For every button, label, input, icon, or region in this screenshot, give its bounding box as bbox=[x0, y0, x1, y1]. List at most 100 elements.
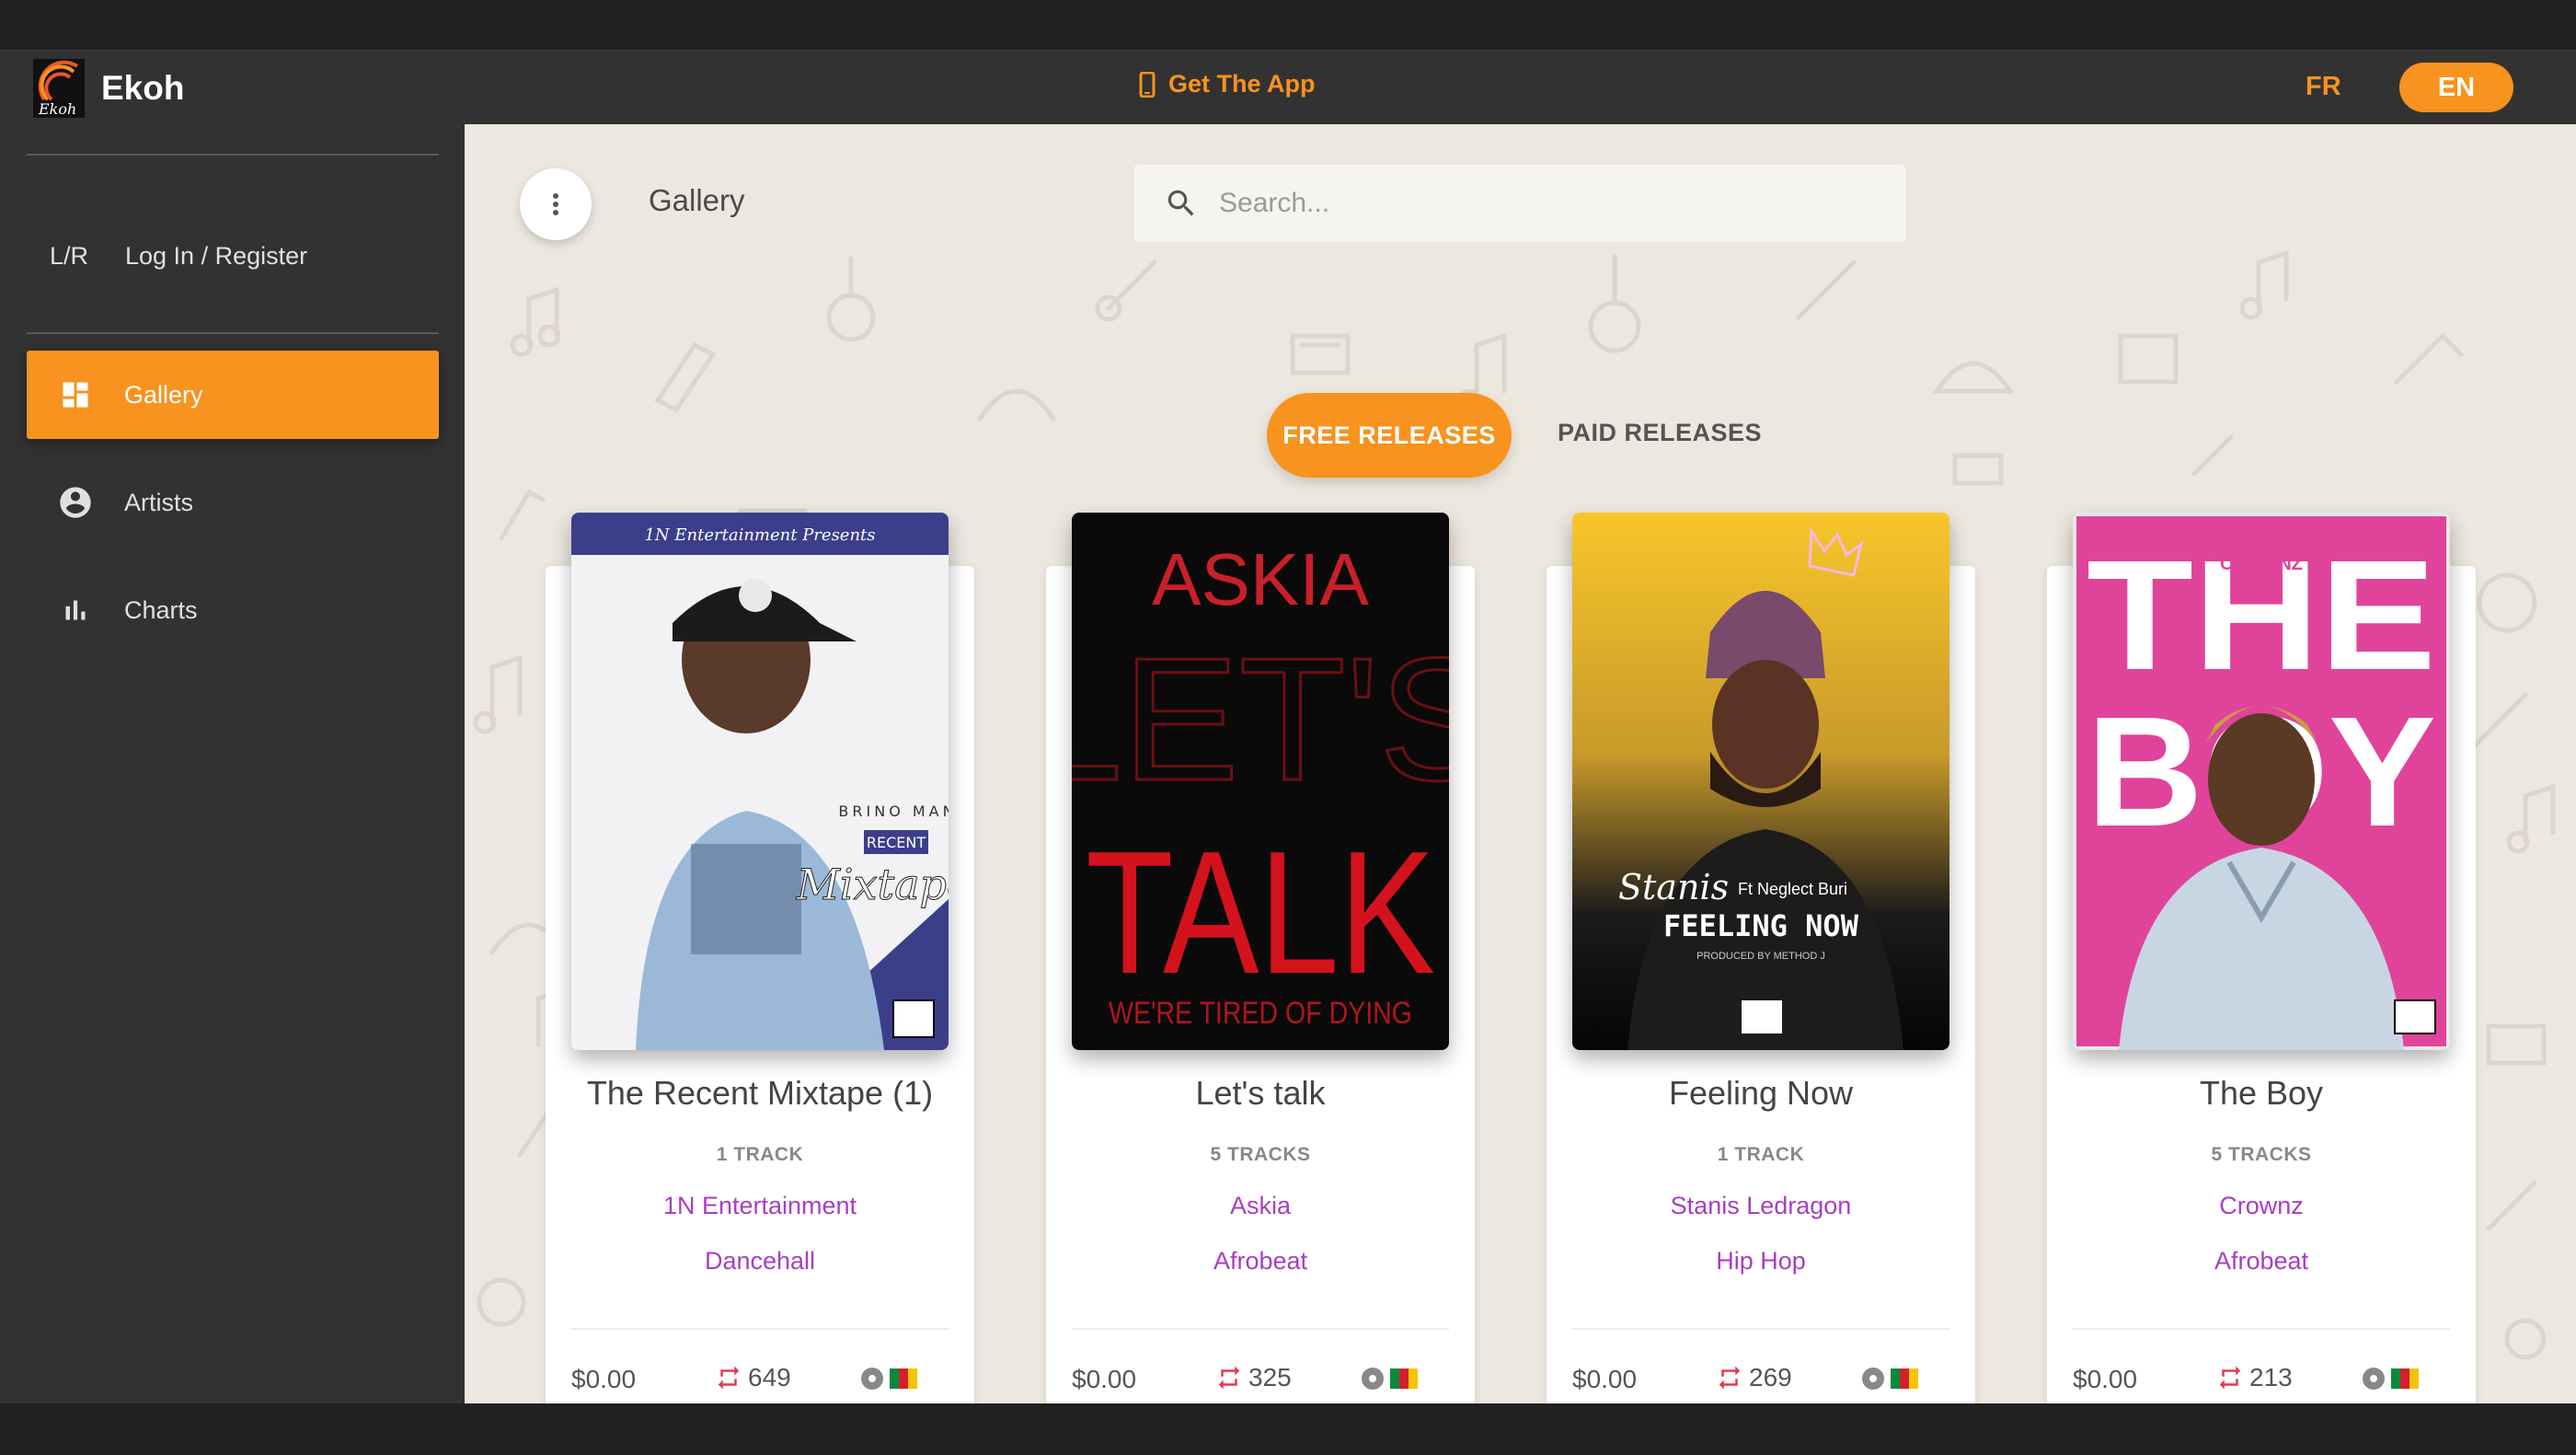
release-flags bbox=[1361, 1367, 1418, 1391]
bar-chart-icon bbox=[27, 594, 124, 627]
search-icon bbox=[1167, 190, 1194, 216]
price: $0.00 bbox=[1572, 1365, 1638, 1393]
window-bottom-bar bbox=[0, 1403, 2576, 1455]
main-content: Gallery FREE RELEASES PAID RELEASES 1N E… bbox=[465, 124, 2576, 1403]
release-title[interactable]: The Boy bbox=[2047, 1074, 2476, 1113]
artist-link[interactable]: 1N Entertainment bbox=[546, 1192, 974, 1220]
genre-link[interactable]: Afrobeat bbox=[1046, 1247, 1475, 1276]
sidebar-item-label: Gallery bbox=[124, 380, 203, 409]
get-app-link[interactable]: Get The App bbox=[1139, 70, 1316, 98]
disc-icon bbox=[2363, 1368, 2385, 1390]
search-input[interactable] bbox=[1219, 188, 1863, 219]
app-bar: Ekoh Ekoh Get The App FR EN bbox=[0, 52, 2576, 124]
divider bbox=[27, 154, 439, 156]
album-cover[interactable]: 1N Entertainment Presents BRINO MAN RECE… bbox=[571, 513, 949, 1050]
cover-line1: Stanis bbox=[1618, 867, 1729, 907]
cover-line3: FEELING NOW bbox=[1663, 908, 1859, 943]
genre-link[interactable]: Dancehall bbox=[546, 1247, 974, 1276]
account-circle-icon bbox=[27, 484, 124, 521]
sidebar-item-charts[interactable]: Charts bbox=[27, 566, 439, 654]
cover-line4: PRODUCED BY METHOD J bbox=[1696, 951, 1825, 962]
release-title[interactable]: Feeling Now bbox=[1547, 1074, 1975, 1113]
repeat-icon bbox=[2219, 1366, 2241, 1390]
repeat-count: 269 bbox=[1716, 1363, 1792, 1392]
genre-link[interactable]: Hip Hop bbox=[1547, 1247, 1975, 1276]
album-cover[interactable]: THE BOY CROWNZ bbox=[2073, 513, 2450, 1050]
artist-link[interactable]: Stanis Ledragon bbox=[1547, 1192, 1975, 1220]
lang-fr-button[interactable]: FR bbox=[2306, 72, 2341, 102]
artist-link[interactable]: Crownz bbox=[2047, 1192, 2476, 1220]
divider bbox=[1572, 1328, 1949, 1330]
cameroon-flag-icon bbox=[1891, 1368, 1918, 1389]
release-flags bbox=[2362, 1367, 2419, 1391]
cover-line4: WE'RE TIRED OF DYING bbox=[1109, 996, 1412, 1031]
disc-icon bbox=[1862, 1368, 1884, 1390]
smartphone-icon bbox=[1139, 71, 1156, 98]
sidebar-item-login[interactable]: L/R Log In / Register bbox=[50, 242, 307, 271]
repeat-icon bbox=[718, 1366, 740, 1390]
more-vert-icon bbox=[553, 193, 558, 215]
cover-line2: RECENT bbox=[867, 834, 926, 851]
search-bar[interactable] bbox=[1134, 165, 1905, 242]
release-title[interactable]: Let's talk bbox=[1046, 1074, 1475, 1113]
repeat-icon bbox=[1218, 1366, 1240, 1390]
lang-en-button[interactable]: EN bbox=[2399, 63, 2513, 112]
track-count: 1 TRACK bbox=[1717, 1144, 1805, 1165]
cover-line1: CROWNZ bbox=[2220, 554, 2303, 574]
repeat-count-value: 213 bbox=[2249, 1363, 2293, 1391]
track-count: 5 TRACKS bbox=[2211, 1144, 2312, 1165]
release-card[interactable]: Stanis Ft Neglect Buri FEELING NOW PRODU… bbox=[1547, 513, 1975, 1403]
repeat-icon bbox=[1719, 1366, 1741, 1390]
release-flags bbox=[1861, 1367, 1918, 1391]
price: $0.00 bbox=[2073, 1365, 2138, 1393]
sidebar-item-label: Artists bbox=[124, 488, 194, 516]
repeat-count-value: 325 bbox=[1248, 1363, 1292, 1391]
track-count: 5 TRACKS bbox=[1210, 1144, 1311, 1165]
disc-icon bbox=[861, 1368, 883, 1390]
sidebar-item-artists[interactable]: Artists bbox=[27, 458, 439, 547]
artist-link[interactable]: Askia bbox=[1046, 1192, 1475, 1220]
divider bbox=[571, 1328, 949, 1330]
divider bbox=[2073, 1328, 2450, 1330]
sidebar: L/R Log In / Register Gallery Artists Ch… bbox=[0, 124, 465, 1403]
ekoh-logo: Ekoh bbox=[33, 59, 85, 118]
divider bbox=[27, 332, 439, 334]
release-title[interactable]: The Recent Mixtape (1) bbox=[546, 1074, 974, 1113]
cover-line1: BRINO MAN bbox=[838, 803, 949, 820]
repeat-count: 213 bbox=[2216, 1363, 2293, 1392]
genre-link[interactable]: Afrobeat bbox=[2047, 1247, 2476, 1276]
release-flags bbox=[860, 1367, 917, 1391]
repeat-count: 325 bbox=[1215, 1363, 1292, 1392]
window-top-bar bbox=[0, 0, 2576, 52]
cover-line2: LET'S bbox=[1072, 622, 1449, 817]
release-card[interactable]: 1N Entertainment Presents BRINO MAN RECE… bbox=[546, 513, 974, 1403]
repeat-count-value: 649 bbox=[748, 1363, 791, 1391]
album-cover[interactable]: Stanis Ft Neglect Buri FEELING NOW PRODU… bbox=[1572, 513, 1949, 1050]
disc-icon bbox=[1362, 1368, 1384, 1390]
brand[interactable]: Ekoh Ekoh bbox=[33, 59, 185, 118]
cover-line2: Ft Neglect Buri bbox=[1738, 880, 1847, 898]
more-menu-button[interactable] bbox=[520, 168, 592, 240]
repeat-count: 649 bbox=[715, 1363, 791, 1392]
get-app-label: Get The App bbox=[1168, 70, 1316, 98]
cameroon-flag-icon bbox=[1390, 1368, 1418, 1389]
release-card[interactable]: THE BOY CROWNZ The Boy 5 TRACKS Crownz A… bbox=[2047, 513, 2476, 1403]
price: $0.00 bbox=[1072, 1365, 1137, 1393]
divider bbox=[1072, 1328, 1449, 1330]
album-cover[interactable]: ASKIA LET'S TALK WE'RE TIRED OF DYING bbox=[1072, 513, 1449, 1050]
brand-name: Ekoh bbox=[101, 69, 185, 107]
page-title: Gallery bbox=[649, 183, 745, 217]
price: $0.00 bbox=[571, 1365, 637, 1393]
track-count: 1 TRACK bbox=[716, 1144, 804, 1165]
cover-line3: Mixtape bbox=[796, 860, 949, 909]
cover-header: 1N Entertainment Presents bbox=[644, 525, 875, 545]
repeat-count-value: 269 bbox=[1749, 1363, 1792, 1391]
tab-paid-releases[interactable]: PAID RELEASES bbox=[1558, 419, 1762, 447]
login-abbr: L/R bbox=[50, 242, 89, 270]
release-card[interactable]: ASKIA LET'S TALK WE'RE TIRED OF DYING Le… bbox=[1046, 513, 1475, 1403]
cover-line1: ASKIA bbox=[1152, 538, 1369, 620]
cameroon-flag-icon bbox=[890, 1368, 917, 1389]
sidebar-item-gallery[interactable]: Gallery bbox=[27, 351, 439, 439]
tab-free-releases[interactable]: FREE RELEASES bbox=[1267, 393, 1512, 478]
login-label: Log In / Register bbox=[125, 242, 308, 270]
